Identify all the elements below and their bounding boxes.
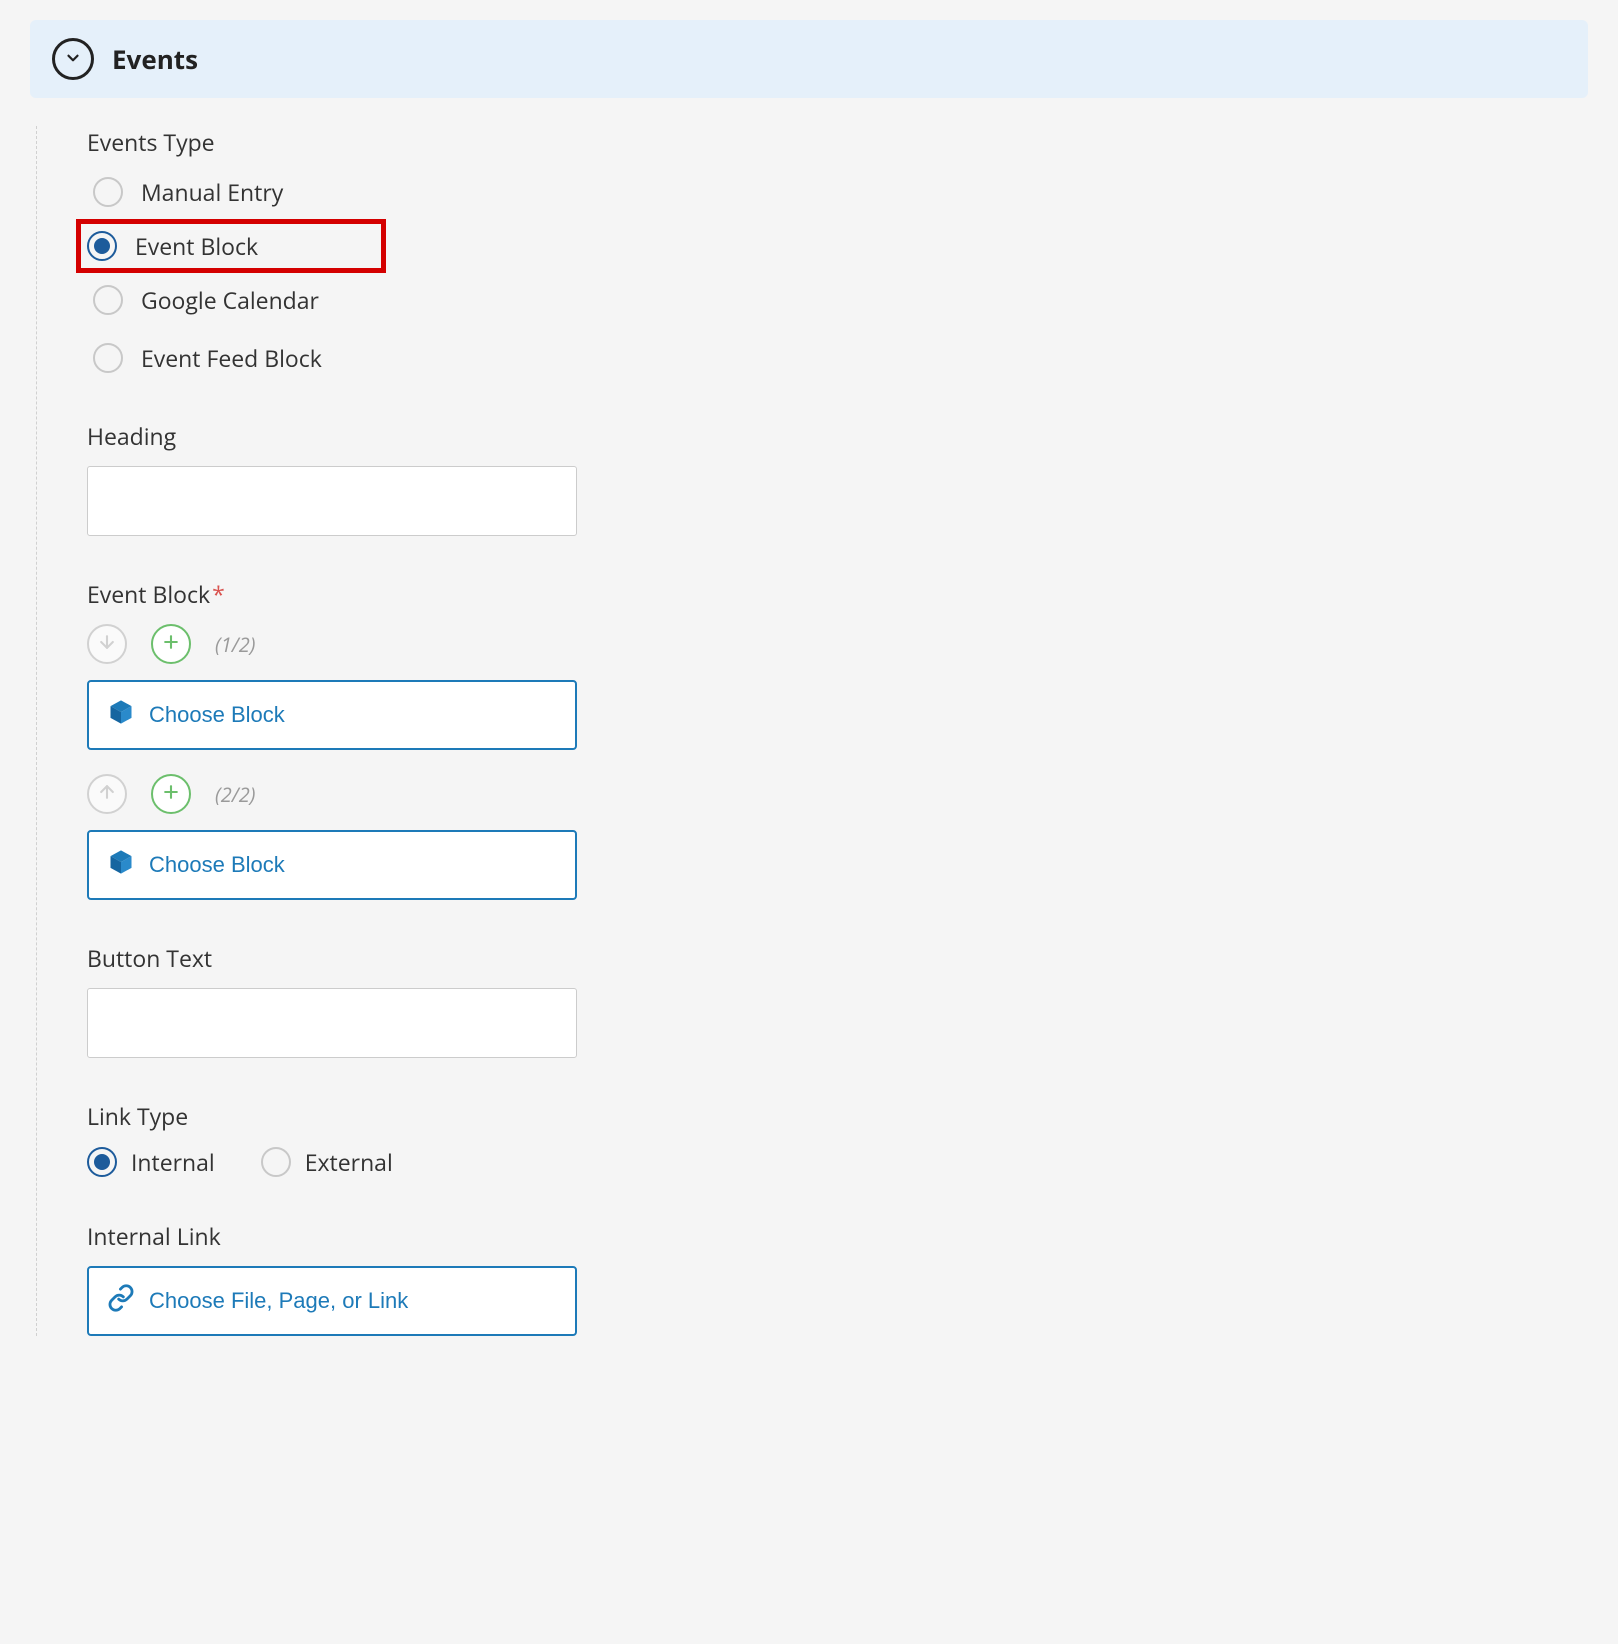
cube-icon (107, 848, 135, 882)
choose-block-button[interactable]: Choose Block (87, 830, 577, 900)
events-type-section: Events Type Manual Entry Event Block Goo… (87, 126, 1588, 378)
radio-option-internal[interactable]: Internal (87, 1146, 215, 1178)
arrow-down-icon (97, 629, 117, 659)
plus-icon (161, 779, 181, 809)
heading-section: Heading (87, 420, 1588, 536)
block-item-controls: (1/2) (87, 624, 1588, 664)
button-text-label: Button Text (87, 942, 1588, 974)
block-item-controls: (2/2) (87, 774, 1588, 814)
radio-label: External (305, 1146, 393, 1178)
link-icon (107, 1284, 135, 1318)
heading-input[interactable] (87, 466, 577, 536)
move-down-button[interactable] (87, 624, 127, 664)
panel-title: Events (112, 41, 198, 77)
button-text-input[interactable] (87, 988, 577, 1058)
link-type-label: Link Type (87, 1100, 1588, 1132)
radio-icon (93, 343, 123, 373)
choose-block-button[interactable]: Choose Block (87, 680, 577, 750)
radio-icon (87, 1147, 117, 1177)
button-text-section: Button Text (87, 942, 1588, 1058)
event-block-label: Event Block* (87, 578, 1588, 610)
events-panel-header: Events (30, 20, 1588, 98)
heading-label: Heading (87, 420, 1588, 452)
choose-block-label: Choose Block (149, 702, 285, 728)
radio-option-event-block[interactable]: Event Block (76, 219, 386, 273)
collapse-toggle[interactable] (52, 38, 94, 80)
internal-link-section: Internal Link Choose File, Page, or Link (87, 1220, 1588, 1336)
radio-option-manual-entry[interactable]: Manual Entry (87, 172, 1588, 212)
radio-label: Event Block (135, 230, 258, 262)
block-counter: (1/2) (215, 631, 255, 658)
radio-icon (87, 231, 117, 261)
internal-link-label: Internal Link (87, 1220, 1588, 1252)
move-up-button[interactable] (87, 774, 127, 814)
radio-label: Manual Entry (141, 176, 283, 208)
arrow-up-icon (97, 779, 117, 809)
radio-label: Internal (131, 1146, 215, 1178)
radio-icon (93, 285, 123, 315)
choose-link-label: Choose File, Page, or Link (149, 1288, 408, 1314)
add-block-button[interactable] (151, 624, 191, 664)
choose-internal-link-button[interactable]: Choose File, Page, or Link (87, 1266, 577, 1336)
link-type-section: Link Type Internal External (87, 1100, 1588, 1178)
add-block-button[interactable] (151, 774, 191, 814)
chevron-down-icon (64, 44, 82, 74)
event-block-section: Event Block* (1/2) (87, 578, 1588, 900)
events-type-label: Events Type (87, 126, 1588, 158)
event-block-label-text: Event Block (87, 578, 210, 610)
radio-option-external[interactable]: External (261, 1146, 393, 1178)
plus-icon (161, 629, 181, 659)
radio-label: Event Feed Block (141, 342, 322, 374)
radio-option-google-calendar[interactable]: Google Calendar (87, 280, 1588, 320)
radio-label: Google Calendar (141, 284, 319, 316)
radio-icon (93, 177, 123, 207)
choose-block-label: Choose Block (149, 852, 285, 878)
radio-option-event-feed-block[interactable]: Event Feed Block (87, 338, 1588, 378)
radio-icon (261, 1147, 291, 1177)
block-counter: (2/2) (215, 781, 255, 808)
required-star: * (212, 578, 225, 610)
cube-icon (107, 698, 135, 732)
